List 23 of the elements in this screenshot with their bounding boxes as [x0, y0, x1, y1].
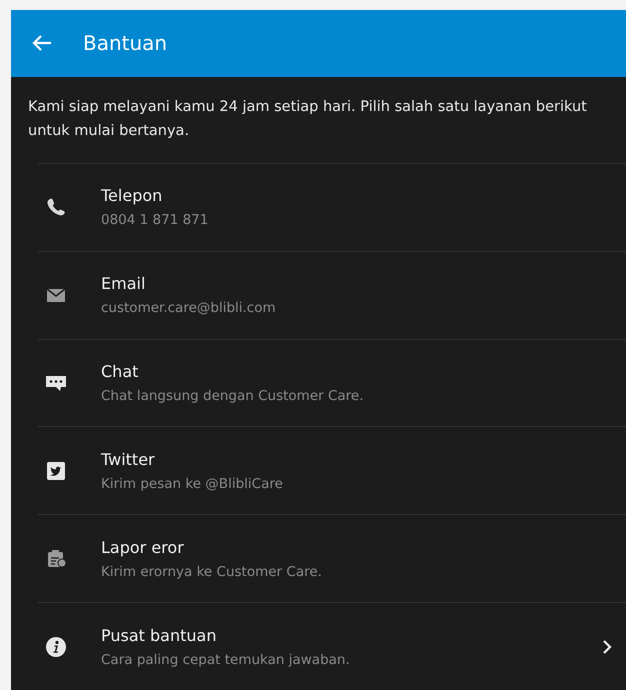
option-title: Telepon	[101, 186, 162, 206]
option-subtitle: Cara paling cepat temukan jawaban.	[101, 652, 350, 668]
option-subtitle: 0804 1 871 871	[101, 212, 208, 228]
intro-text: Kami siap melayani kamu 24 jam setiap hari. Pilih salah satu layanan berikut untuk mulai bertanya.	[28, 98, 588, 141]
help-option[interactable]: Twitter Kirim pesan ke @BlibliCare	[38, 426, 626, 514]
option-subtitle: Kirim pesan ke @BlibliCare	[101, 476, 283, 492]
option-subtitle: customer.care@blibli.com	[101, 300, 276, 316]
help-option[interactable]: Lapor eror Kirim erornya ke Customer Care.	[38, 514, 626, 602]
option-title: Pusat bantuan	[101, 626, 216, 645]
option-subtitle: Kirim erornya ke Customer Care.	[101, 564, 322, 580]
bird-icon	[44, 460, 66, 482]
help-option[interactable]: Chat Chat langsung dengan Customer Care.	[38, 338, 626, 426]
help-option[interactable]: Email customer.care@blibli.com	[38, 250, 626, 339]
help-option[interactable]: Telepon 0804 1 871 871	[38, 162, 626, 251]
option-title: Lapor eror	[101, 538, 184, 557]
option-title: Chat	[101, 362, 138, 382]
option-title: Email	[101, 274, 146, 294]
option-title: Twitter	[101, 450, 155, 469]
help-option[interactable]: Pusat bantuan Cara paling cepat temukan jawaban.	[38, 602, 626, 690]
option-subtitle: Chat langsung dengan Customer Care.	[101, 388, 364, 404]
phone-icon	[44, 196, 66, 218]
screen-title: Bantuan	[83, 31, 168, 56]
info-icon	[44, 636, 66, 658]
